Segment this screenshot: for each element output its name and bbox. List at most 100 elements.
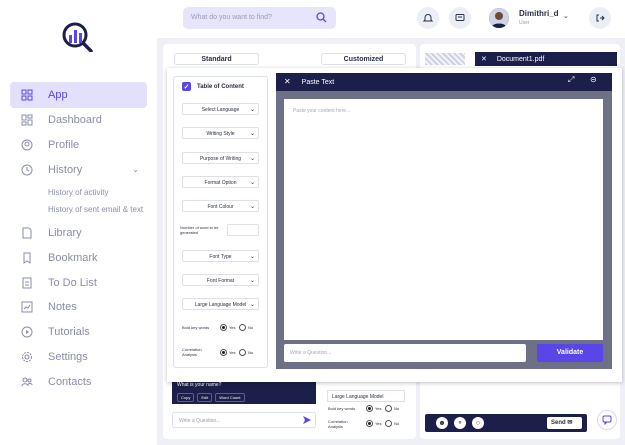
logout-icon	[596, 14, 605, 22]
chevron-down-icon: ⌄	[249, 180, 255, 186]
logout-button[interactable]	[589, 7, 611, 29]
settings-icon	[21, 351, 33, 363]
avatar[interactable]	[489, 8, 509, 28]
search-input[interactable]: What do you want to find?	[183, 7, 336, 29]
send-button[interactable]: Send ✉	[547, 417, 582, 429]
radio-label: Yes	[229, 350, 236, 355]
attach-icon[interactable]: ○	[472, 417, 484, 429]
font-format-dropdown[interactable]: Font Format ⌄	[182, 274, 259, 286]
check-icon: ✓	[182, 82, 191, 91]
sidebar-item-label: Settings	[48, 350, 88, 363]
select-label: Font Colour	[207, 204, 234, 210]
sidebar-subitem-history-sent[interactable]: History of sent email & text	[10, 204, 147, 215]
sidebar-subitem-history-activity[interactable]: History of activity	[10, 187, 147, 198]
sidebar-item-dashboard[interactable]: Dashboard	[10, 108, 147, 133]
document-name: Document1.pdf	[496, 56, 545, 63]
number-of-words-label: Number of word to be generated	[180, 225, 219, 235]
chevron-down-icon[interactable]: ⌄	[563, 12, 569, 20]
chevron-down-icon: ⌄	[249, 131, 255, 137]
radio-yes-bg[interactable]: Yes	[366, 405, 382, 412]
radio-yes-bg-2[interactable]: Yes	[366, 420, 382, 427]
contacts-icon	[21, 376, 33, 388]
sidebar-item-tutorials[interactable]: Tutorials	[10, 320, 147, 345]
purpose-dropdown[interactable]: Purpose of Writing ⌄	[182, 152, 259, 164]
history-icon	[21, 164, 33, 176]
radio-dot	[385, 405, 392, 412]
search-icon[interactable]	[316, 12, 327, 23]
document-thumbnail[interactable]	[425, 53, 465, 65]
sidebar-item-todo[interactable]: To Do List	[10, 270, 147, 295]
edit-button[interactable]: Edit	[197, 393, 213, 402]
table-of-content-label: Table of Content	[197, 83, 244, 90]
sidebar-item-label: Contacts	[48, 375, 92, 388]
radio-no-bg-2[interactable]: No	[385, 420, 399, 427]
radio-label: No	[394, 406, 400, 411]
sidebar-item-label: Notes	[48, 301, 77, 314]
send-icon[interactable]	[302, 415, 312, 425]
sidebar-item-library[interactable]: Library	[10, 221, 147, 246]
format-option-dropdown[interactable]: Format Option ⌄	[182, 176, 259, 188]
sidebar-item-settings[interactable]: Settings	[10, 345, 147, 370]
bold-key-words-label-bg: Bold key words	[328, 406, 356, 411]
word-count-button[interactable]: Word Count	[215, 393, 245, 402]
font-type-dropdown[interactable]: Font Type ⌄	[182, 250, 259, 262]
user-name[interactable]: Dimithri_d	[519, 9, 559, 18]
emoji-icon[interactable]: ☻	[436, 417, 448, 429]
question-input[interactable]: Write a Question...	[284, 344, 526, 362]
copy-button[interactable]: Copy	[177, 393, 195, 402]
document-header: ✕ Document1.pdf	[475, 52, 617, 66]
correlation-no-radio[interactable]: No	[239, 349, 253, 356]
correlation-label: Correlation Analysis	[182, 347, 202, 357]
top-bar: What do you want to find? Dimithri_d Use…	[157, 0, 625, 38]
chevron-down-icon: ⌄	[249, 254, 255, 260]
radio-dot	[239, 349, 246, 356]
tab-customized[interactable]: Customized	[321, 53, 406, 65]
sidebar-item-profile[interactable]: Profile	[10, 133, 147, 158]
paste-text-header: ✕ Paste Text ⤢ ⊝	[276, 73, 612, 91]
sidebar-item-notes[interactable]: Notes	[10, 295, 147, 320]
sidebar-item-label: Dashboard	[48, 114, 102, 127]
writing-style-dropdown[interactable]: Writing Style ⌄	[182, 127, 259, 139]
correlation-yes-radio[interactable]: Yes	[220, 349, 236, 356]
expand-icon[interactable]: ⤢	[568, 75, 574, 85]
app-logo	[62, 22, 93, 52]
sidebar-item-contacts[interactable]: Contacts	[10, 369, 147, 394]
radio-label: No	[248, 350, 254, 355]
dashboard-icon	[21, 114, 33, 126]
sidebar-item-app[interactable]: App	[10, 82, 147, 108]
messages-button[interactable]	[449, 7, 471, 29]
llm-select-bg[interactable]: Large Language Model	[327, 390, 405, 402]
font-colour-dropdown[interactable]: Font Colour ⌄	[182, 200, 259, 212]
sidebar-nav: App Dashboard Profile History ⌄ History …	[10, 82, 147, 394]
paste-content-textarea[interactable]: Paste your content here...	[284, 99, 603, 340]
sidebar-item-history[interactable]: History ⌄	[10, 157, 147, 182]
select-label: Font Type	[209, 254, 232, 260]
bookmark-icon	[21, 252, 33, 265]
user-role: User	[519, 20, 530, 26]
bold-no-radio[interactable]: No	[239, 324, 253, 331]
app-grid-icon	[21, 89, 33, 101]
select-language-dropdown[interactable]: Select Language ⌄	[182, 103, 259, 115]
tab-standard[interactable]: Standard	[174, 53, 259, 65]
llm-dropdown[interactable]: Large Language Model ⌄	[182, 298, 259, 310]
close-icon[interactable]: ✕	[481, 56, 487, 63]
chevron-down-icon[interactable]: ⌄	[132, 165, 139, 174]
correlation-label-bg: Correlation Analysis	[328, 419, 348, 429]
chat-question-input[interactable]: Write a Question...	[172, 412, 316, 428]
bold-yes-radio[interactable]: Yes	[220, 324, 236, 331]
sidebar-item-bookmark[interactable]: Bookmark	[10, 246, 147, 271]
notification-button[interactable]	[417, 7, 439, 29]
bell-icon	[423, 14, 433, 22]
number-of-words-input[interactable]	[227, 224, 259, 236]
bold-key-words-label: Bold key words	[182, 325, 210, 330]
minimize-icon[interactable]: ⊝	[590, 75, 597, 84]
radio-dot	[239, 324, 246, 331]
share-icon[interactable]: ⚬	[454, 417, 466, 429]
validate-button[interactable]: Validate	[537, 344, 603, 362]
close-icon[interactable]: ✕	[284, 77, 291, 86]
chat-fab-button[interactable]	[597, 410, 617, 430]
mail-icon: ✉	[567, 420, 573, 426]
chevron-down-icon: ⌄	[249, 302, 255, 308]
radio-no-bg[interactable]: No	[385, 405, 399, 412]
table-of-content-checkbox[interactable]: ✓ Table of Content	[182, 82, 244, 91]
